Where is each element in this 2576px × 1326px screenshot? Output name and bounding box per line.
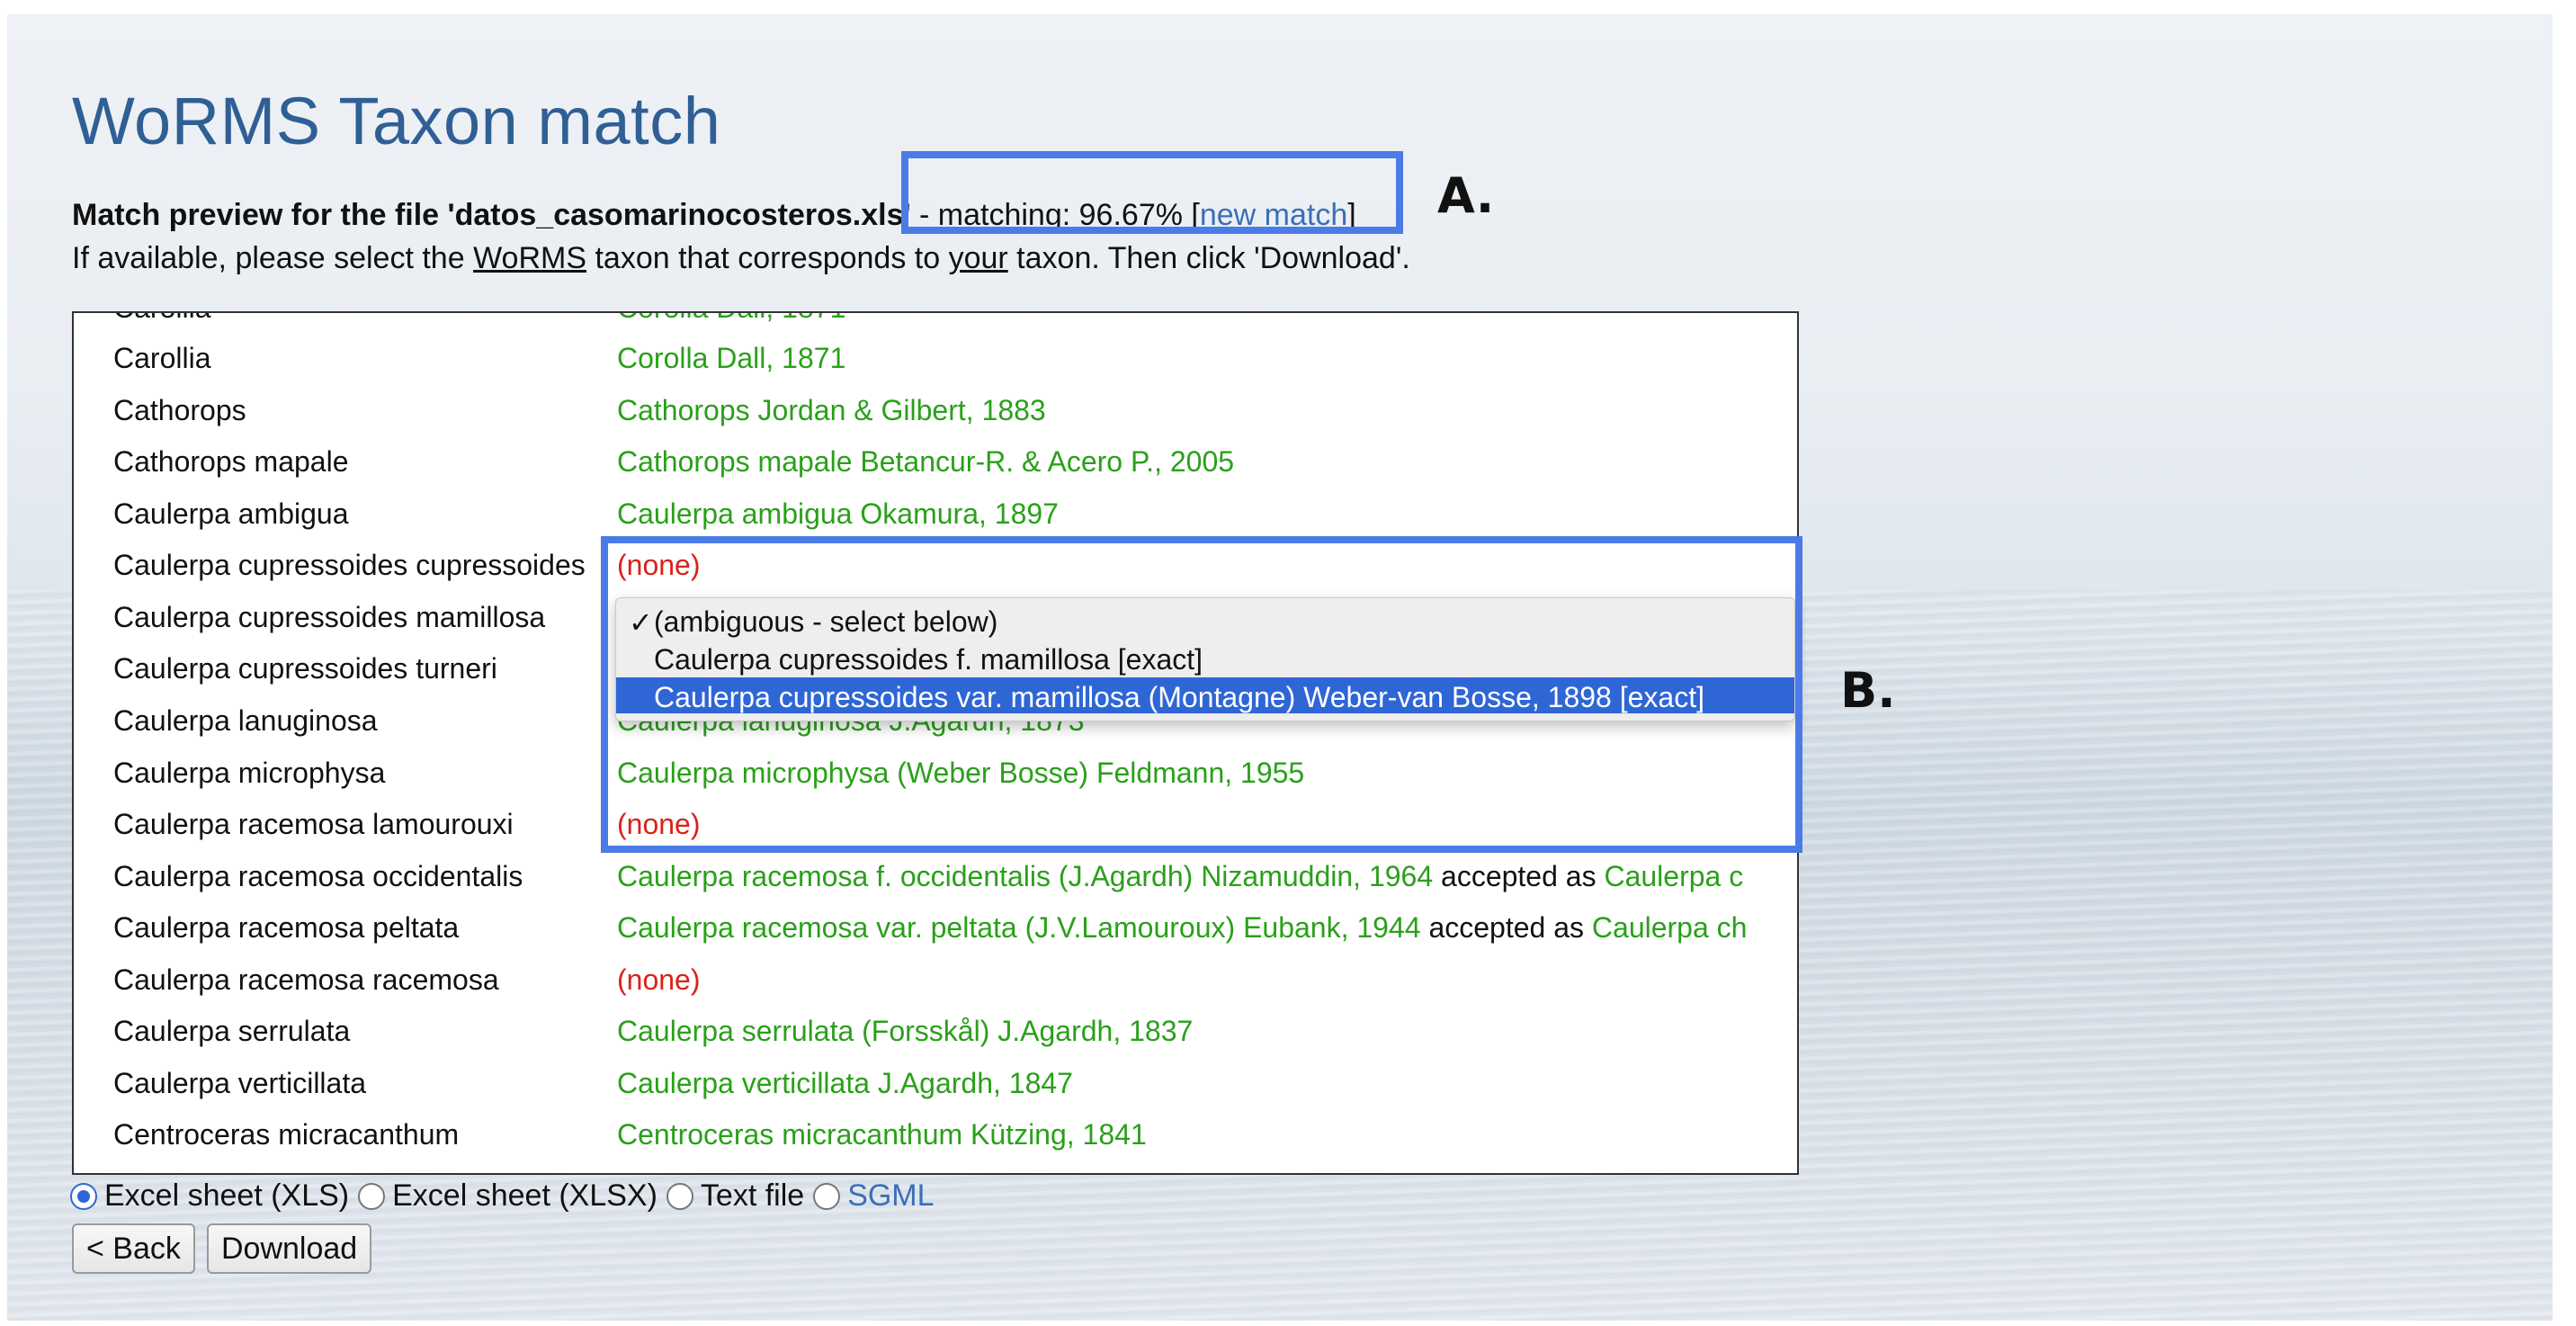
table-row: Cathorops Cathorops Jordan & Gilbert, 18… [74, 387, 1797, 437]
table-row: Caulerpa racemosa peltata Caulerpa racem… [113, 911, 1748, 944]
matched-taxon[interactable]: Caulerpa verticillata J.Agardh, 1847 [617, 1067, 1073, 1100]
table-row: Caulerpa racemosa occidentalis Caulerpa … [113, 860, 1744, 892]
table-row: Caulerpa verticillata Caulerpa verticill… [74, 1060, 1797, 1110]
accepted-taxon[interactable]: Caulerpa c [1604, 860, 1743, 892]
input-taxon-name: Caulerpa cupressoides turneri [113, 652, 497, 685]
input-taxon-name: Caulerpa racemosa racemosa [113, 963, 499, 996]
worms-term: WoRMS [473, 241, 587, 275]
annotation-box-a [901, 151, 1403, 234]
radio-icon[interactable] [358, 1182, 386, 1210]
matched-taxon[interactable]: Cathorops mapale Betancur-R. & Acero P.,… [617, 445, 1234, 479]
accepted-taxon[interactable]: Caulerpa ch [1592, 911, 1748, 944]
input-taxon-name: Caulerpa serrulata [113, 1015, 351, 1047]
table-row: Caulerpa ambigua Caulerpa ambigua Okamur… [74, 490, 1797, 541]
input-taxon-name: Caulerpa ambigua [113, 497, 349, 530]
format-sgml-option[interactable]: SGML [813, 1178, 935, 1214]
radio-icon[interactable] [666, 1182, 693, 1210]
format-text-option[interactable]: Text file [666, 1178, 804, 1214]
input-taxon-name: Cathorops mapale [113, 445, 349, 478]
input-taxon-name: Caulerpa racemosa peltata [113, 911, 460, 944]
format-xlsx-option[interactable]: Excel sheet (XLSX) [358, 1178, 657, 1214]
output-format-options: Excel sheet (XLS) Excel sheet (XLSX) Tex… [70, 1178, 944, 1214]
table-row: Caulerpa serrulata Caulerpa serrulata (F… [74, 1008, 1797, 1058]
input-taxon-name: Centroceras micracanthum [113, 1118, 460, 1151]
matched-taxon[interactable]: Caulerpa racemosa var. peltata (J.V.Lamo… [617, 911, 1421, 944]
table-row: Centroceras micracanthum Centroceras mic… [74, 1111, 1797, 1161]
input-taxon-name: Cathorops [113, 394, 246, 426]
matched-taxon[interactable]: Centroceras micracanthum Kützing, 1841 [617, 1118, 1147, 1151]
no-match-label[interactable]: (none) [617, 963, 701, 997]
input-taxon-name: Caulerpa verticillata [113, 1067, 367, 1099]
download-button[interactable]: Download [207, 1223, 372, 1274]
format-xls-option[interactable]: Excel sheet (XLS) [70, 1178, 349, 1214]
matched-taxon[interactable]: Caulerpa racemosa f. occidentalis (J.Aga… [617, 860, 1433, 892]
matched-taxon[interactable]: Caulerpa serrulata (Forsskål) J.Agardh, … [617, 1015, 1193, 1048]
table-row: Carollia Corolla Dall, 1871 [74, 335, 1797, 385]
annotation-box-b [601, 536, 1802, 853]
matched-taxon[interactable]: Cathorops Jordan & Gilbert, 1883 [617, 394, 1046, 427]
matched-taxon[interactable]: Corolla Dall, 1871 [617, 342, 845, 375]
matched-taxon[interactable]: Caulerpa ambigua Okamura, 1897 [617, 497, 1059, 531]
input-taxon-name: Caulerpa cupressoides mamillosa [113, 601, 546, 633]
radio-selected-icon[interactable] [70, 1182, 97, 1210]
matched-taxon[interactable]: Corolla Dall, 1871 [617, 313, 845, 325]
annotation-label-a: A. [1437, 167, 1495, 224]
page-title: WoRMS Taxon match [72, 84, 721, 158]
back-button[interactable]: < Back [72, 1223, 195, 1274]
input-taxon-name: Carollia [113, 313, 617, 325]
annotation-label-b: B. [1840, 662, 1896, 719]
table-row: Caulerpa racemosa racemosa (none) [74, 956, 1797, 1007]
table-row: Cathorops mapale Cathorops mapale Betanc… [74, 438, 1797, 488]
input-taxon-name: Caulerpa microphysa [113, 757, 386, 789]
table-row: Carollia Corolla Dall, 1871 [74, 313, 1797, 335]
input-taxon-name: Caulerpa cupressoides cupressoides [113, 549, 586, 581]
input-taxon-name: Caulerpa lanuginosa [113, 704, 378, 737]
instruction-text: If available, please select the WoRMS ta… [72, 241, 1410, 275]
radio-icon[interactable] [813, 1182, 841, 1210]
sgml-link[interactable]: SGML [847, 1178, 934, 1214]
input-taxon-name: Caulerpa racemosa lamourouxi [113, 808, 514, 840]
input-taxon-name: Carollia [113, 342, 211, 374]
input-taxon-name: Caulerpa racemosa occidentalis [113, 860, 523, 892]
your-term: your [948, 241, 1008, 275]
file-preview-label: Match preview for the file 'datos_casoma… [72, 198, 911, 232]
